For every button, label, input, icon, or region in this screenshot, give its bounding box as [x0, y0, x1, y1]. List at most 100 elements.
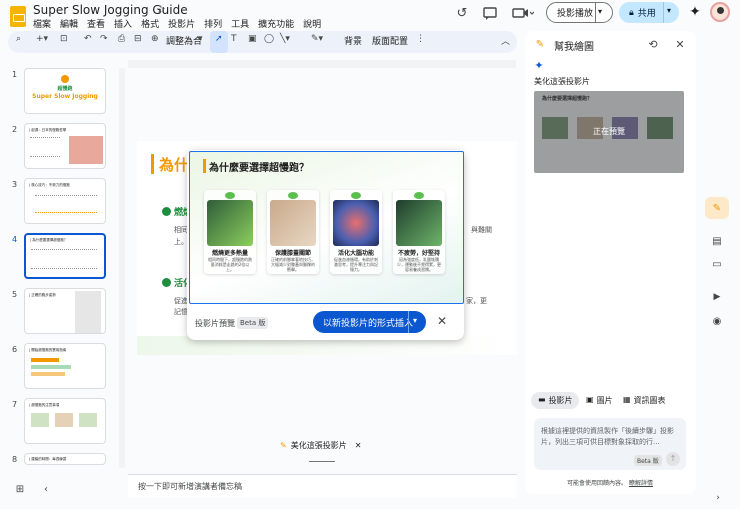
magic-pen-icon: ✎ [280, 441, 287, 450]
star-icon[interactable]: ☆ [156, 3, 166, 16]
menu-format[interactable]: 格式 [141, 17, 159, 30]
collapse-icon[interactable]: ︿ [501, 34, 510, 47]
feature-card: 燃燒更多熱量 相同時間下，超慢跑的熱量消耗是走路的2倍以上。 [204, 190, 256, 274]
slide-thumbnail-6[interactable]: | 開始超慢跑的實用指南 [24, 343, 106, 389]
tab-infographics[interactable]: ▦ 資訊圖表 [623, 395, 666, 406]
close-icon[interactable]: ✕ [673, 37, 687, 51]
beautify-chip-label: 美化這張投影片 [290, 441, 347, 450]
panel-preview-thumbnail[interactable]: 為什麼要選擇超慢跑？ 正在預覽 [534, 91, 684, 173]
insert-as-new-slide-button[interactable]: 以新投影片的形式插入 ▾ [313, 311, 426, 333]
slide-thumbnail-1[interactable]: 超慢跑 Super Slow Jogging [24, 68, 106, 114]
knee-image [270, 200, 316, 246]
menu-slide[interactable]: 投影片 [168, 17, 195, 30]
card-desc: 因為強度低，乳酸堆積少，運動後不覺得累，更容易養成習慣。 [397, 257, 441, 272]
avatar[interactable] [710, 2, 730, 22]
slide-text: 與難關 [471, 226, 492, 234]
feature-card: 保護膝蓋關節 正確的前腳掌著地技巧，大幅減少對膝蓋與腳踝的衝擊。 [267, 190, 319, 274]
chevron-down-icon[interactable]: ▾ [667, 6, 671, 15]
runner-image [207, 200, 253, 246]
card-desc: 正確的前腳掌著地技巧，大幅減少對膝蓋與腳踝的衝擊。 [271, 257, 315, 272]
slide-thumbnail-5[interactable]: | 正確的跑步姿勢 [24, 288, 106, 334]
shape-icon[interactable]: ◯ [264, 34, 274, 44]
close-icon[interactable]: ✕ [355, 441, 362, 450]
background-button[interactable]: 背景 [344, 34, 362, 47]
resize-handle[interactable] [309, 461, 335, 462]
slide-thumbnail-3[interactable]: | 核心技巧：不費力的慢跑 [24, 178, 106, 224]
thumb-subtitle: Super Slow Jogging [32, 93, 98, 100]
line-icon[interactable]: ╲▾ [280, 34, 290, 44]
prompt-input[interactable]: 根據這裡提供的資訊製作「後續步驟」投影片，列出三項可供目標對象採取的行... B… [534, 418, 686, 470]
menu-arrange[interactable]: 排列 [204, 17, 222, 30]
image-icon: ▣ [586, 395, 594, 404]
layout-button[interactable]: 版面配置 [372, 34, 408, 47]
horizontal-ruler [128, 60, 516, 68]
slide-number: 4 [12, 235, 18, 244]
slide-thumbnail-4[interactable]: | 為什麼要選擇超慢跑？ [24, 233, 106, 279]
text-box-icon[interactable]: T [231, 34, 237, 44]
grid-view-icon[interactable]: ⊞ [12, 482, 28, 496]
explore-icon[interactable]: ◉ [710, 314, 724, 328]
chevron-down-icon[interactable]: ▾ [413, 316, 417, 325]
runner-icon [61, 75, 69, 83]
menu-edit[interactable]: 編輯 [60, 17, 78, 30]
undo-icon[interactable]: ↶ [84, 34, 92, 44]
insert-box-icon[interactable]: ⊡ [60, 34, 68, 44]
slide-title: 為什 [159, 156, 190, 174]
slide-thumbnail-7[interactable]: | 超慢跑的注意事項 [24, 398, 106, 444]
new-slide-icon[interactable]: +▾ [36, 34, 48, 44]
redo-icon[interactable]: ↷ [100, 34, 108, 44]
chevron-down-icon[interactable]: ▾ [198, 34, 203, 44]
menu-view[interactable]: 查看 [87, 17, 105, 30]
print-icon[interactable]: ⎙ [118, 34, 125, 44]
cursor-icon[interactable]: ➚ [215, 34, 223, 44]
slide-number: 5 [12, 290, 18, 299]
search-icon[interactable]: ⌕ [16, 34, 21, 44]
menu-extensions[interactable]: 擴充功能 [258, 17, 294, 30]
send-icon[interactable]: ↑ [666, 452, 680, 466]
menu-file[interactable]: 檔案 [33, 17, 51, 30]
magic-pen-icon[interactable]: ✎ [705, 197, 729, 219]
menu-help[interactable]: 說明 [303, 17, 321, 30]
close-icon[interactable]: ✕ [434, 313, 450, 329]
paint-format-icon[interactable]: ⊟ [134, 34, 142, 44]
share-button[interactable]: 🔒︎ 共用 ▾ [619, 2, 679, 23]
person-photo [69, 136, 103, 164]
feature-card: 不疲勞，好堅持 因為強度低，乳酸堆積少，運動後不覺得累，更容易養成習慣。 [393, 190, 445, 274]
slide-number: 2 [12, 125, 18, 134]
more-options-icon[interactable]: ⋮ [416, 34, 425, 44]
pen-icon[interactable]: ✎▾ [311, 34, 323, 44]
magic-pen-icon: ✎ [535, 38, 545, 50]
slide-number: 7 [12, 400, 18, 409]
beta-badge: Beta 版 [634, 455, 662, 466]
menu-insert[interactable]: 插入 [114, 17, 132, 30]
keep-icon[interactable]: ▤ [710, 234, 724, 248]
slideshow-button[interactable]: 投影播放 ▾ [546, 2, 613, 23]
refresh-icon[interactable]: ⟲ [646, 37, 660, 51]
menu-tools[interactable]: 工具 [231, 17, 249, 30]
chevron-down-icon[interactable]: ▾ [598, 7, 602, 16]
tab-slides[interactable]: ▬ 投影片 [538, 395, 573, 406]
zoom-icon[interactable]: ⊕ [151, 34, 159, 44]
speaker-notes[interactable]: 按一下即可新增演講者備忘稿 [128, 474, 517, 498]
meet-icon[interactable] [510, 4, 536, 22]
tab-images-label: 圖片 [596, 396, 613, 405]
slides-logo[interactable] [10, 6, 26, 27]
gemini-icon[interactable]: ✦ [686, 3, 704, 21]
image-icon[interactable]: ▣ [248, 34, 257, 44]
learn-more-link[interactable]: 瞭解詳情 [629, 480, 653, 487]
collapse-left-icon[interactable]: ‹ [40, 482, 52, 496]
present-icon[interactable]: ▶ [710, 290, 724, 304]
zoom-select[interactable]: 調整為合 [166, 34, 202, 47]
slide-thumbnail-2[interactable]: | 起源：日本的慢跑哲學 [24, 123, 106, 169]
comments-icon[interactable] [481, 4, 499, 22]
brain-image [333, 200, 379, 246]
lock-icon: 🔒︎ [629, 7, 634, 18]
slide-thumbnail-8[interactable]: | 建議的時間：每週練習 [24, 453, 106, 465]
thumb-title: | 核心技巧：不費力的慢跑 [29, 183, 70, 187]
tab-images[interactable]: ▣ 圖片 [586, 395, 613, 406]
expand-right-icon[interactable]: › [712, 492, 724, 504]
history-icon[interactable]: ↺ [453, 4, 471, 22]
folder-icon[interactable]: ▭ [710, 257, 724, 271]
beautify-chip[interactable]: ✎ 美化這張投影片 ✕ [280, 438, 368, 453]
slide-preview-image[interactable]: 為什麼要選擇超慢跑？ 燃燒更多熱量 相同時間下，超慢跑的熱量消耗是走路的2倍以上… [189, 151, 464, 304]
